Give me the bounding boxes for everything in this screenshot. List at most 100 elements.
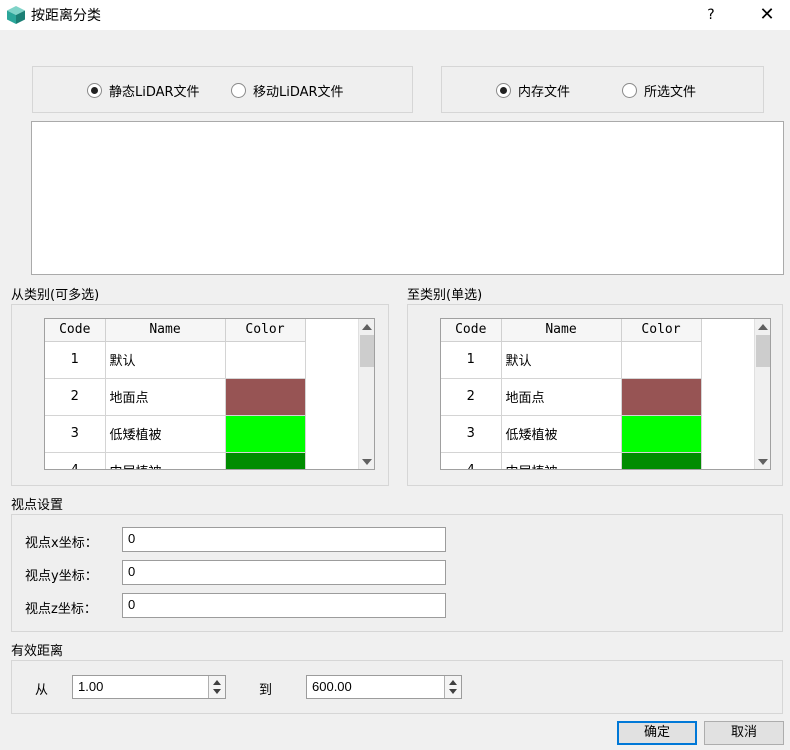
row-filler xyxy=(305,452,358,469)
scroll-thumb[interactable] xyxy=(360,335,374,367)
row-name: 中层植被 xyxy=(105,452,226,469)
scroll-up-icon[interactable] xyxy=(758,324,768,330)
row-name: 低矮植被 xyxy=(501,415,622,453)
table-row[interactable]: 2 地面点 xyxy=(45,378,358,416)
spin-down-icon[interactable] xyxy=(449,689,457,694)
viewpoint-z-label: 视点z坐标： xyxy=(25,602,97,617)
row-color-swatch[interactable] xyxy=(225,341,306,379)
table-row[interactable]: 4中层植被 xyxy=(45,452,358,469)
row-code: 1 xyxy=(45,341,106,379)
spin-up-icon[interactable] xyxy=(449,680,457,685)
row-color-swatch[interactable] xyxy=(621,452,702,469)
from-class-label: 从类别(可多选) xyxy=(11,288,100,303)
row-code: 4 xyxy=(45,452,106,469)
radio-checked-icon xyxy=(496,83,511,98)
distance-from-label: 从 xyxy=(35,683,49,698)
help-button[interactable]: ? xyxy=(700,3,722,27)
file-scope-group xyxy=(441,66,764,113)
row-name: 地面点 xyxy=(105,378,226,416)
scroll-down-icon[interactable] xyxy=(758,459,768,465)
selected-file-label: 所选文件 xyxy=(644,85,697,100)
table-row[interactable]: 3 低矮植被 xyxy=(441,415,754,453)
window-title: 按距离分类 xyxy=(31,8,101,24)
distance-from-value: 1.00 xyxy=(78,679,104,694)
spin-down-icon[interactable] xyxy=(213,689,221,694)
row-filler xyxy=(701,378,754,415)
header-filler xyxy=(305,319,358,341)
spin-up-icon[interactable] xyxy=(213,680,221,685)
distance-from-spinbox[interactable]: 1.00 xyxy=(72,675,226,699)
radio-unchecked-icon xyxy=(622,83,637,98)
column-header-color[interactable]: Color xyxy=(225,319,306,342)
row-color-swatch[interactable] xyxy=(225,415,306,453)
distance-section-label: 有效距离 xyxy=(11,644,64,659)
row-name: 默认 xyxy=(501,341,622,379)
viewpoint-y-input[interactable]: 0 xyxy=(122,560,446,585)
row-code: 4 xyxy=(441,452,502,469)
row-color-swatch[interactable] xyxy=(621,415,702,453)
column-header-name[interactable]: Name xyxy=(501,319,622,342)
row-filler xyxy=(305,378,358,415)
row-color-swatch[interactable] xyxy=(621,378,702,416)
static-lidar-radio[interactable]: 静态LiDAR文件 xyxy=(87,81,200,100)
viewpoint-section-label: 视点设置 xyxy=(11,498,64,513)
distance-to-spinbox[interactable]: 600.00 xyxy=(306,675,462,699)
row-code: 3 xyxy=(441,415,502,453)
viewpoint-z-input[interactable]: 0 xyxy=(122,593,446,618)
scroll-thumb[interactable] xyxy=(756,335,770,367)
to-class-label: 至类别(单选) xyxy=(407,288,483,303)
from-class-table[interactable]: Code Name Color 1默认2地面点3低矮植被4中层植被 xyxy=(44,318,375,470)
table-row[interactable]: 2 地面点 xyxy=(441,378,754,416)
row-name: 地面点 xyxy=(501,378,622,416)
radio-checked-icon xyxy=(87,83,102,98)
viewpoint-x-input[interactable]: 0 xyxy=(122,527,446,552)
app-cube-icon xyxy=(7,6,25,24)
mobile-lidar-radio[interactable]: 移动LiDAR文件 xyxy=(231,81,344,100)
column-header-name[interactable]: Name xyxy=(105,319,226,342)
row-code: 2 xyxy=(441,378,502,416)
row-code: 2 xyxy=(45,378,106,416)
to-table-scrollbar[interactable] xyxy=(754,319,770,469)
header-filler xyxy=(701,319,754,341)
memory-file-label: 内存文件 xyxy=(518,85,571,100)
table-row[interactable]: 4中层植被 xyxy=(441,452,754,469)
table-row[interactable]: 1 默认 xyxy=(45,341,358,379)
column-header-color[interactable]: Color xyxy=(621,319,702,342)
viewpoint-y-label: 视点y坐标： xyxy=(25,569,98,584)
row-name: 低矮植被 xyxy=(105,415,226,453)
file-list-box[interactable] xyxy=(31,121,784,275)
row-filler xyxy=(305,341,358,378)
row-filler xyxy=(701,415,754,452)
close-button[interactable]: ✕ xyxy=(755,3,779,27)
column-header-code[interactable]: Code xyxy=(441,319,502,342)
distance-to-spin-buttons[interactable] xyxy=(444,676,461,698)
distance-to-value: 600.00 xyxy=(312,679,352,694)
radio-unchecked-icon xyxy=(231,83,246,98)
row-name: 默认 xyxy=(105,341,226,379)
row-name: 中层植被 xyxy=(501,452,622,469)
selected-file-radio[interactable]: 所选文件 xyxy=(622,81,696,100)
title-bar xyxy=(0,0,790,30)
from-table-scrollbar[interactable] xyxy=(358,319,374,469)
viewpoint-x-label: 视点x坐标： xyxy=(25,536,98,551)
table-row[interactable]: 1 默认 xyxy=(441,341,754,379)
row-filler xyxy=(701,452,754,469)
scroll-down-icon[interactable] xyxy=(362,459,372,465)
table-row[interactable]: 3 低矮植被 xyxy=(45,415,358,453)
distance-to-label: 到 xyxy=(259,683,273,698)
row-color-swatch[interactable] xyxy=(225,378,306,416)
row-code: 1 xyxy=(441,341,502,379)
row-filler xyxy=(305,415,358,452)
scroll-up-icon[interactable] xyxy=(362,324,372,330)
row-filler xyxy=(701,341,754,378)
row-code: 3 xyxy=(45,415,106,453)
ok-button[interactable]: 确定 xyxy=(617,721,697,745)
to-class-table[interactable]: Code Name Color 1默认2地面点3低矮植被4中层植被 xyxy=(440,318,771,470)
cancel-button[interactable]: 取消 xyxy=(704,721,784,745)
static-lidar-label: 静态LiDAR文件 xyxy=(109,85,200,100)
column-header-code[interactable]: Code xyxy=(45,319,106,342)
row-color-swatch[interactable] xyxy=(225,452,306,469)
row-color-swatch[interactable] xyxy=(621,341,702,379)
memory-file-radio[interactable]: 内存文件 xyxy=(496,81,570,100)
distance-from-spin-buttons[interactable] xyxy=(208,676,225,698)
